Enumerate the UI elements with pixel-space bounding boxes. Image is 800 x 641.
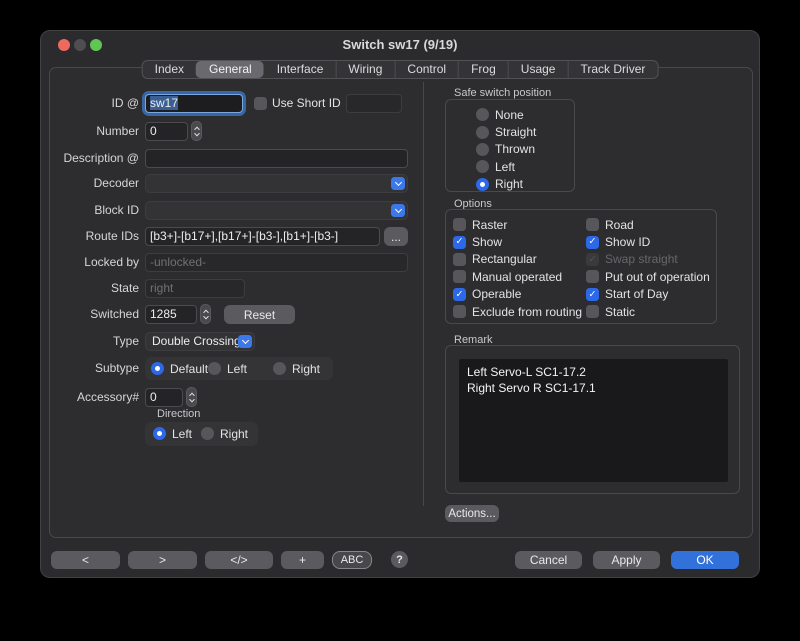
option-show-id[interactable]: Show ID [586,233,716,250]
accessory-label: Accessory# [50,388,139,407]
actions-button[interactable]: Actions... [445,505,499,522]
accessory-stepper[interactable] [186,387,197,407]
route-ids-browse-button[interactable]: ... [384,227,408,246]
tab-index[interactable]: Index [143,61,196,78]
id-label: ID @ [50,94,139,113]
tab-usage[interactable]: Usage [508,61,568,78]
tab-general[interactable]: General [196,61,264,78]
chevron-down-icon[interactable] [391,204,405,217]
dialog-window: Switch sw17 (9/19) Index General Interfa… [40,30,760,578]
use-short-id-checkbox[interactable] [254,97,267,110]
add-button[interactable]: + [281,551,324,569]
ok-button[interactable]: OK [671,551,739,569]
number-stepper[interactable] [191,121,202,141]
safe-option-left[interactable]: Left [476,158,574,175]
option-static[interactable]: Static [586,303,716,320]
chevron-down-icon[interactable] [238,335,252,348]
option-swap-straight: Swap straight [586,251,716,268]
direction-option-left[interactable]: Left [153,427,192,440]
option-operable[interactable]: Operable [453,286,586,303]
block-id-combobox[interactable] [145,201,408,220]
short-id-input[interactable] [346,94,402,113]
description-label: Description @ [50,149,139,168]
remark-group: Left Servo-L SC1-17.2 Right Servo R SC1-… [445,345,740,494]
decoder-label: Decoder [50,174,139,193]
stepper-down-icon [194,130,200,136]
tab-interface[interactable]: Interface [264,61,336,78]
option-raster[interactable]: Raster [453,216,586,233]
window-title: Switch sw17 (9/19) [41,31,759,59]
safe-switch-position-title: Safe switch position [454,87,551,99]
stepper-down-icon [189,396,195,402]
number-row: Number 0 [50,122,752,141]
switched-input[interactable]: 1285 [145,305,197,324]
option-show[interactable]: Show [453,233,586,250]
state-input: right [145,279,245,298]
chevron-down-icon[interactable] [391,177,405,190]
route-ids-label: Route IDs [50,227,139,246]
type-label: Type [50,332,139,351]
help-button[interactable]: ? [391,551,408,568]
tab-track-driver[interactable]: Track Driver [567,61,657,78]
safe-option-thrown[interactable]: Thrown [476,141,574,158]
subtype-option-left[interactable]: Left [208,362,247,375]
option-put-out-of-operation[interactable]: Put out of operation [586,268,716,285]
decoder-row: Decoder [50,174,752,193]
direction-label: Direction [157,408,200,420]
route-ids-input[interactable]: [b3+]-[b17+],[b17+]-[b3-],[b1+]-[b3-] [145,227,380,246]
number-label: Number [50,122,139,141]
option-start-of-day[interactable]: Start of Day [586,286,716,303]
subtype-label: Subtype [50,357,139,380]
id-input[interactable]: sw17 [145,94,243,113]
option-road[interactable]: Road [586,216,716,233]
type-popup[interactable]: Double Crossing [145,332,255,351]
direction-option-right[interactable]: Right [201,427,248,440]
column-divider [423,82,424,506]
direction-radiogroup: Left Right [145,422,258,446]
prev-button[interactable]: < [51,551,120,569]
option-exclude-from-routing[interactable]: Exclude from routing [453,303,586,320]
option-manual-operated[interactable]: Manual operated [453,268,586,285]
safe-option-straight[interactable]: Straight [476,123,574,140]
decoder-combobox[interactable] [145,174,408,193]
xml-button[interactable]: </> [205,551,273,569]
accessory-input[interactable]: 0 [145,388,183,407]
reset-button[interactable]: Reset [224,305,295,324]
cancel-button[interactable]: Cancel [515,551,582,569]
switched-stepper[interactable] [200,304,211,324]
locked-by-input: -unlocked- [145,253,408,272]
general-tab-panel: ID @ sw17 Use Short ID Number 0 Descript… [49,67,753,538]
number-input[interactable]: 0 [145,122,188,141]
apply-button[interactable]: Apply [593,551,660,569]
remark-textarea[interactable]: Left Servo-L SC1-17.2 Right Servo R SC1-… [459,359,728,482]
abc-button[interactable]: ABC [332,551,372,569]
description-input[interactable] [145,149,408,168]
state-label: State [50,279,139,298]
option-rectangular[interactable]: Rectangular [453,251,586,268]
block-id-label: Block ID [50,201,139,220]
description-row: Description @ [50,149,752,168]
subtype-option-right[interactable]: Right [273,362,320,375]
titlebar[interactable]: Switch sw17 (9/19) [41,31,759,59]
id-row: ID @ sw17 Use Short ID [50,94,752,113]
safe-switch-position-group: None Straight Thrown Left Right [445,99,575,192]
next-button[interactable]: > [128,551,197,569]
safe-option-none[interactable]: None [476,106,574,123]
stepper-down-icon [203,313,209,319]
tab-frog[interactable]: Frog [458,61,508,78]
subtype-option-default[interactable]: Default [151,362,208,375]
safe-option-right[interactable]: Right [476,176,574,193]
subtype-radiogroup: Default Left Right [145,357,333,380]
options-group: Raster Show Rectangular Manual operated … [445,209,717,324]
use-short-id-label: Use Short ID [272,94,341,113]
tab-wiring[interactable]: Wiring [335,61,394,78]
tab-bar: Index General Interface Wiring Control F… [142,60,659,79]
tab-control[interactable]: Control [394,61,458,78]
locked-by-label: Locked by [50,253,139,272]
switched-label: Switched [50,305,139,324]
